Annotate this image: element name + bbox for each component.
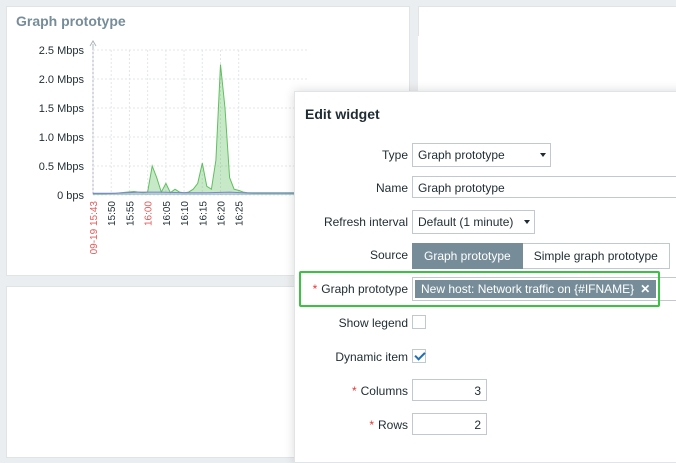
dynamic-item-checkbox[interactable] xyxy=(412,349,426,363)
source-toggle: Graph prototype Simple graph prototype xyxy=(412,243,670,269)
type-label: Type xyxy=(381,148,408,162)
dashboard-widget-top-right-body xyxy=(418,36,676,92)
widget-title: Graph prototype xyxy=(7,7,409,35)
series-line xyxy=(93,64,307,195)
chevron-down-icon xyxy=(540,153,546,157)
rows-row: * Rows 2 xyxy=(295,413,676,437)
show-legend-row: Show legend xyxy=(295,311,676,335)
x-tick-label: 16:25 xyxy=(235,201,246,226)
rows-input[interactable]: 2 xyxy=(412,413,487,435)
x-tick-label: 16:15 xyxy=(198,201,209,226)
name-label: Name xyxy=(375,181,408,195)
y-tick-label: 1.5 Mbps xyxy=(39,103,85,115)
dashboard-widget-top-right xyxy=(418,6,676,38)
show-legend-checkbox[interactable] xyxy=(412,315,426,329)
dynamic-item-row: Dynamic item xyxy=(295,345,676,369)
columns-input[interactable]: 3 xyxy=(412,379,487,401)
dynamic-item-label: Dynamic item xyxy=(335,350,408,364)
x-tick-label: 16:05 xyxy=(162,201,173,226)
y-tick-label: 2.0 Mbps xyxy=(39,74,85,86)
source-row: Source Graph prototype Simple graph prot… xyxy=(295,243,676,269)
required-mark: * xyxy=(351,384,357,398)
refresh-row: Refresh interval Default (1 minute) xyxy=(295,210,676,234)
type-select-value: Graph prototype xyxy=(418,148,505,162)
source-simple-graph-prototype-button[interactable]: Simple graph prototype xyxy=(522,243,670,269)
source-label: Source xyxy=(369,248,408,262)
refresh-interval-select[interactable]: Default (1 minute) xyxy=(412,210,535,234)
y-tick-label: 0.5 Mbps xyxy=(39,161,85,173)
x-tick-label: 16:20 xyxy=(216,201,227,226)
columns-label: * Columns xyxy=(352,384,408,398)
x-tick-label: 09-19 15:43 xyxy=(89,201,100,255)
y-tick-label: 0 bps xyxy=(57,190,84,202)
type-row: Type Graph prototype xyxy=(295,143,676,167)
rows-label-text: Rows xyxy=(377,418,408,432)
source-graph-prototype-button[interactable]: Graph prototype xyxy=(412,243,523,269)
x-tick-label: 15:50 xyxy=(107,201,118,226)
x-tick-label: 16:00 xyxy=(144,201,155,226)
name-row: Name Graph prototype xyxy=(295,176,676,200)
graph-prototype-highlight xyxy=(299,271,660,307)
show-legend-label: Show legend xyxy=(338,316,408,330)
type-select[interactable]: Graph prototype xyxy=(412,143,551,167)
x-tick-label: 15:55 xyxy=(125,201,136,226)
x-tick-label: 16:10 xyxy=(180,201,191,226)
name-input[interactable]: Graph prototype xyxy=(412,176,676,198)
rows-label: * Rows xyxy=(369,418,408,432)
y-tick-label: 2.5 Mbps xyxy=(39,45,85,57)
refresh-interval-label: Refresh interval xyxy=(323,215,408,229)
required-mark: * xyxy=(369,418,374,432)
refresh-interval-value: Default (1 minute) xyxy=(418,215,514,229)
columns-row: * Columns 3 xyxy=(295,379,676,403)
columns-label-text: Columns xyxy=(360,384,408,398)
y-tick-label: 1.0 Mbps xyxy=(39,132,85,144)
chevron-down-icon xyxy=(524,220,530,224)
dialog-title: Edit widget xyxy=(305,106,380,122)
